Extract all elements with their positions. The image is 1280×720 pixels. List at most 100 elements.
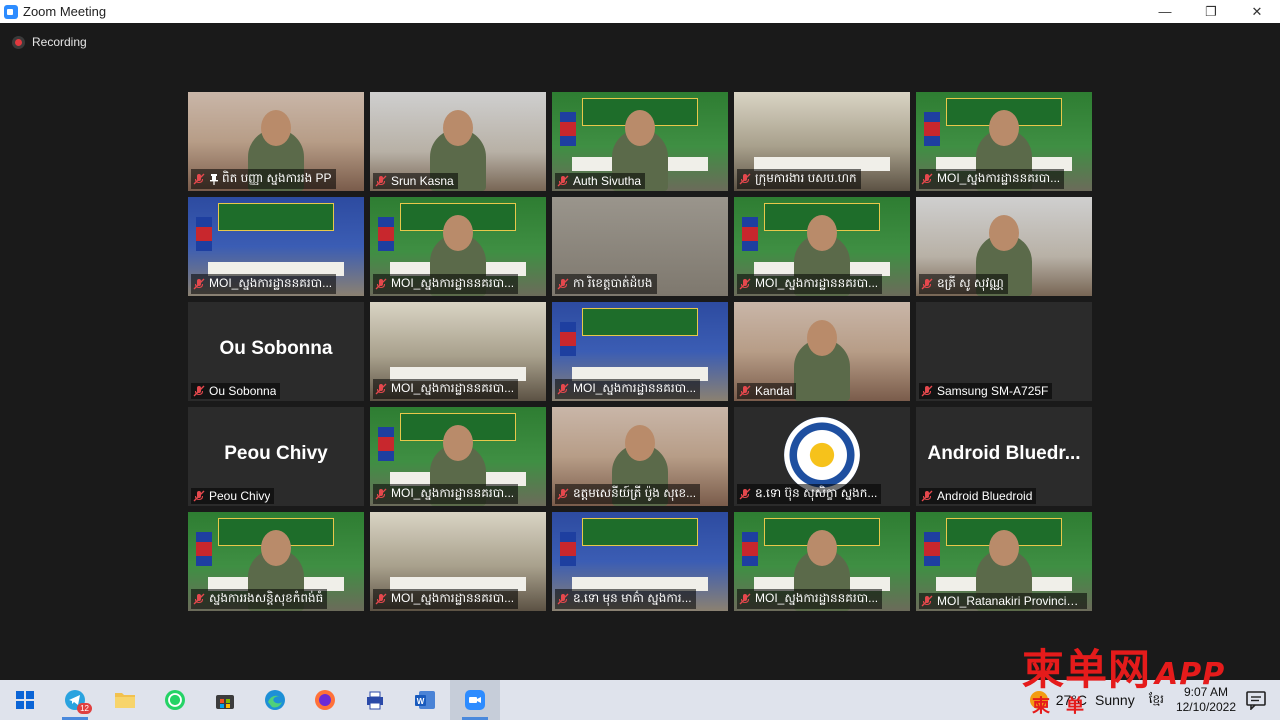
clock[interactable]: 9:07 AM 12/10/2022 (1176, 685, 1236, 715)
mic-muted-icon (921, 385, 933, 397)
participant-tile[interactable]: MOI_ស្នងការដ្ឋាននគរបា... (734, 197, 910, 296)
participant-tile[interactable]: MOI_ស្នងការដ្ឋាននគរបា... (370, 197, 546, 296)
participant-tile[interactable]: Srun Kasna (370, 92, 546, 191)
firefox-icon (314, 689, 336, 711)
person-face (989, 530, 1019, 566)
participant-namebar: ឧត្រី សូ សុវណ្ណ (919, 274, 1008, 294)
record-icon (12, 35, 25, 49)
participant-namebar: MOI_ស្នងការដ្ឋាននគរបា... (373, 274, 519, 294)
restore-button[interactable]: ❐ (1188, 0, 1234, 23)
participant-name: ឧ.ទោ ប៊ុន សុសិក្ខា ស្នងក... (755, 486, 878, 500)
person-face (625, 425, 655, 461)
minimize-button[interactable]: — (1142, 0, 1188, 23)
taskbar-zoom-button[interactable] (450, 680, 500, 720)
participant-namebar: ស្នងការរងសន្តិសុខកំពង់ធំ (191, 589, 328, 609)
participant-tile[interactable]: MOI_ស្នងការដ្ឋាននគរបា... (552, 302, 728, 401)
flag-icon (378, 427, 394, 461)
participant-namebar: Android Bluedroid (919, 488, 1037, 504)
mic-muted-icon (557, 383, 569, 395)
taskbar-word-button[interactable]: W (400, 680, 450, 720)
participant-tile[interactable]: Android Bluedr... Android Bluedroid (916, 407, 1092, 506)
participant-tile[interactable]: MOI_ស្នងការដ្ឋាននគរបា... (370, 302, 546, 401)
taskbar-explorer-button[interactable] (100, 680, 150, 720)
mic-muted-icon (375, 593, 387, 605)
zoom-icon (464, 689, 486, 711)
pin-icon (209, 173, 219, 185)
participant-name: MOI_ស្នងការដ្ឋាននគរបា... (391, 381, 515, 395)
participant-name: MOI_ស្នងការដ្ឋាននគរបា... (755, 276, 879, 290)
weather-condition: Sunny (1095, 692, 1135, 708)
participant-display-name: Ou Sobonna (219, 338, 333, 359)
participant-tile[interactable]: ស្នងការរងសន្តិសុខកំពង់ធំ (188, 512, 364, 611)
windows-start-icon (16, 691, 34, 709)
participant-name: Ou Sobonna (209, 384, 277, 398)
participant-tile[interactable]: Auth Sivutha (552, 92, 728, 191)
store-icon (214, 689, 236, 711)
participant-tile[interactable]: ឧ.ទោ ប៊ុន សុសិក្ខា ស្នងក... (734, 407, 910, 506)
participant-tile[interactable]: ឧ.ទោ មុន មាគ៌ា ស្នងការ... (552, 512, 728, 611)
person-face (443, 110, 473, 146)
participant-namebar: MOI_ស្នងការដ្ឋាននគរបា... (373, 589, 519, 609)
system-tray: 27°C Sunny ខ្មែរ 9:07 AM 12/10/2022 (1029, 680, 1280, 720)
mic-muted-icon (739, 593, 751, 605)
participant-namebar: MOI_Ratanakiri Provincia... (919, 593, 1087, 609)
mic-muted-icon (557, 488, 569, 500)
participant-tile[interactable]: ឧត្តមសេនីយ៍ត្រី ប៉ូង សុខេ... (552, 407, 728, 506)
taskbar-firefox-button[interactable] (300, 680, 350, 720)
participant-tile[interactable]: ក្រុមការងារ បសប.ហក (734, 92, 910, 191)
person-face (625, 110, 655, 146)
mic-muted-icon (739, 385, 751, 397)
participant-tile[interactable]: MOI_ស្នងការដ្ឋាននគរបា... (370, 512, 546, 611)
participant-tile[interactable]: MOI_ស្នងការដ្ឋាននគរបា... (916, 92, 1092, 191)
participant-tile[interactable]: MOI_ស្នងការដ្ឋាននគរបា... (370, 407, 546, 506)
taskbar-start-button[interactable] (0, 680, 50, 720)
participant-name: Srun Kasna (391, 174, 454, 188)
mic-muted-icon (193, 278, 205, 290)
person-face (989, 215, 1019, 251)
language-indicator[interactable]: ខ្មែរ (1149, 691, 1164, 709)
backdrop-banner (582, 518, 698, 546)
participant-name: Android Bluedroid (937, 489, 1033, 503)
taskbar-whatsapp-button[interactable] (150, 680, 200, 720)
participant-namebar: ឧត្តមសេនីយ៍ត្រី ប៉ូង សុខេ... (555, 484, 701, 504)
taskbar-store-button[interactable] (200, 680, 250, 720)
participant-tile[interactable]: Kandal (734, 302, 910, 401)
participant-name: Auth Sivutha (573, 174, 642, 188)
person-face (807, 320, 837, 356)
participant-namebar: ឧ.ទោ មុន មាគ៌ា ស្នងការ... (555, 589, 696, 609)
participant-tile[interactable]: MOI_ស្នងការដ្ឋាននគរបា... (734, 512, 910, 611)
taskbar-printer-button[interactable] (350, 680, 400, 720)
mic-muted-icon (193, 593, 205, 605)
participant-tile[interactable]: MOI_ស្នងការដ្ឋាននគរបា... (188, 197, 364, 296)
mic-muted-icon (375, 383, 387, 395)
backdrop-banner (218, 203, 334, 231)
participant-tile[interactable]: Ou Sobonna Ou Sobonna (188, 302, 364, 401)
participant-tile[interactable]: Peou Chivy Peou Chivy (188, 407, 364, 506)
word-icon: W (414, 689, 436, 711)
mic-muted-icon (739, 488, 751, 500)
participant-name: MOI_ស្នងការដ្ឋាននគរបា... (391, 591, 515, 605)
gallery-grid: ពិត បញ្ញា ស្នងការរង PP Srun Kasna Auth Siv… (188, 92, 1092, 611)
person-face (261, 530, 291, 566)
participant-tile[interactable]: ឧត្រី សូ សុវណ្ណ (916, 197, 1092, 296)
weather-temp: 27°C (1055, 692, 1087, 708)
weather-widget[interactable]: 27°C Sunny (1029, 691, 1135, 709)
notification-icon[interactable] (1246, 690, 1266, 710)
participant-name: Kandal (755, 384, 793, 398)
participant-namebar: Ou Sobonna (191, 383, 281, 399)
close-button[interactable]: ✕ (1234, 0, 1280, 23)
taskbar-edge-button[interactable] (250, 680, 300, 720)
participant-name: MOI_ស្នងការដ្ឋាននគរបា... (937, 171, 1061, 185)
participant-tile[interactable]: កា រិខេត្តបាត់ដំបង (552, 197, 728, 296)
mic-muted-icon (921, 278, 933, 290)
person-face (443, 425, 473, 461)
mic-muted-icon (193, 385, 205, 397)
participant-namebar: ក្រុមការងារ បសប.ហក (737, 169, 861, 189)
participant-namebar: Samsung SM-A725F (919, 383, 1053, 399)
recording-indicator[interactable]: Recording (12, 35, 87, 49)
participant-tile[interactable]: ពិត បញ្ញា ស្នងការរង PP (188, 92, 364, 191)
taskbar-telegram-button[interactable]: 12 (50, 680, 100, 720)
mic-muted-icon (375, 175, 387, 187)
participant-tile[interactable]: MOI_Ratanakiri Provincia... (916, 512, 1092, 611)
participant-tile[interactable]: Samsung SM-A725F (916, 302, 1092, 401)
